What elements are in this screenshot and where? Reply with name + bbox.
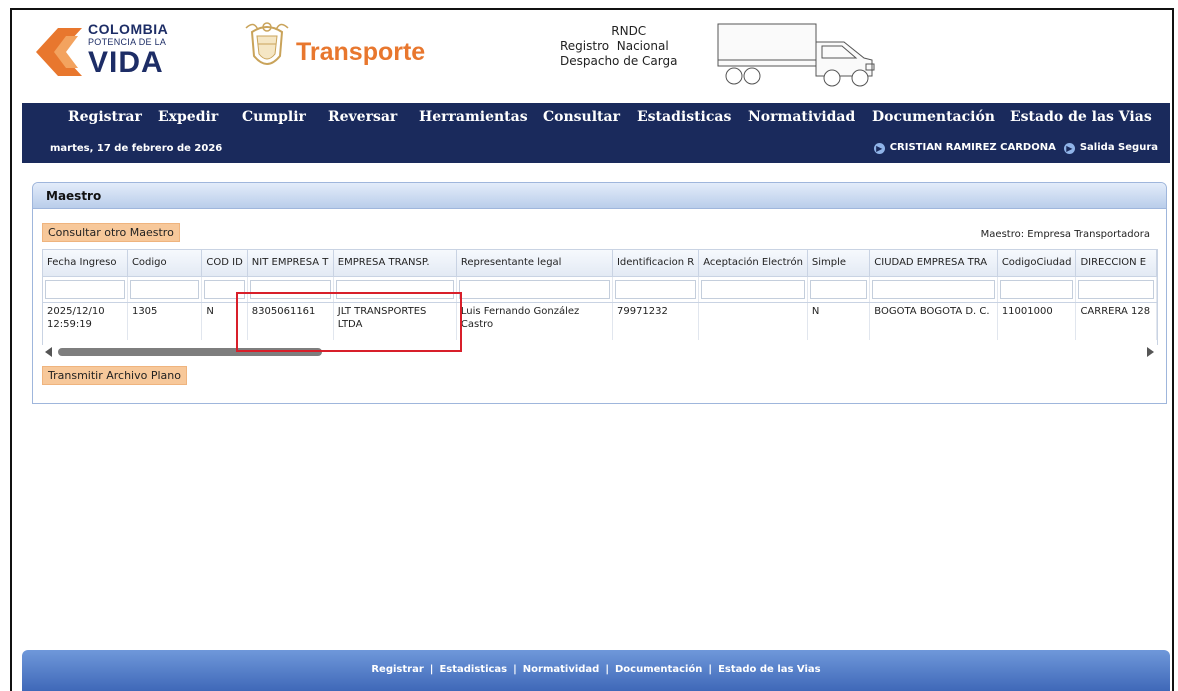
table-cell: 1305 (127, 302, 203, 340)
menu-estado-vias[interactable]: Estado de las Vias (1010, 109, 1152, 125)
menu-cumplir[interactable]: Cumplir (242, 109, 306, 125)
panel-title: Maestro (46, 189, 102, 203)
footer-link-normatividad[interactable]: Normatividad (523, 664, 600, 675)
transmit-flat-file-button[interactable]: Transmitir Archivo Plano (42, 366, 187, 385)
footer-link-registrar[interactable]: Registrar (371, 664, 423, 675)
footer-link-documentacion[interactable]: Documentación (615, 664, 702, 675)
menu-herramientas[interactable]: Herramientas (419, 109, 528, 125)
footer-separator: | (513, 664, 517, 675)
column-header[interactable]: NIT EMPRESA T (247, 250, 334, 277)
column-header[interactable]: Aceptación Electrón (698, 250, 808, 277)
column-header[interactable]: Identificacion R (612, 250, 700, 277)
footer-link-estadisticas[interactable]: Estadisticas (439, 664, 507, 675)
menu-normatividad[interactable]: Normatividad (748, 109, 855, 125)
column-filter-input[interactable] (129, 279, 200, 299)
table-cell: Luis Fernando González Castro (456, 302, 613, 340)
ministry-name: Transporte (296, 38, 426, 66)
consult-other-master-button[interactable]: Consultar otro Maestro (42, 223, 180, 242)
coat-of-arms-icon (244, 20, 290, 76)
maestro-type-label: Maestro: Empresa Transportadora (980, 229, 1150, 240)
scroll-left-icon[interactable] (45, 347, 52, 357)
menu-documentacion[interactable]: Documentación (872, 109, 995, 125)
table-cell: N (807, 302, 871, 340)
results-grid: Fecha Ingreso Codigo COD ID NIT EMPRESA … (42, 249, 1158, 359)
highlight-box (236, 292, 462, 352)
user-area: ▶ CRISTIAN RAMIREZ CARDONA ▶ Salida Segura (873, 142, 1158, 154)
table-cell: 2025/12/10 12:59:19 (43, 302, 128, 340)
column-filter-input[interactable] (999, 279, 1074, 299)
colombia-flag-icon (36, 28, 82, 76)
user-name-link[interactable]: CRISTIAN RAMIREZ CARDONA (890, 142, 1056, 153)
column-header[interactable]: Simple (807, 250, 871, 277)
column-filter-input[interactable] (45, 279, 125, 299)
table-cell (698, 302, 808, 340)
menu-estadisticas[interactable]: Estadisticas (637, 109, 731, 125)
rndc-despacho: Despacho de Carga (560, 54, 678, 68)
arrow-circle-icon: ▶ (873, 143, 885, 154)
footer-separator: | (429, 664, 434, 675)
sub-bar: martes, 17 de febrero de 2026 ▶ CRISTIAN … (22, 137, 1170, 163)
table-cell: 11001000 (997, 302, 1077, 340)
column-header[interactable]: CIUDAD EMPRESA TRA (869, 250, 998, 277)
main-menu: Registrar Expedir Cumplir Reversar Herra… (22, 103, 1170, 133)
scroll-right-icon[interactable] (1147, 347, 1154, 357)
table-cell: CARRERA 128 (1075, 302, 1157, 340)
rndc-title-block: RNDC Registro Nacional Despacho de Carga (560, 24, 677, 69)
rndc-nacional: Nacional (616, 39, 669, 53)
column-header[interactable]: Representante legal (456, 250, 613, 277)
filter-row (43, 276, 1157, 303)
main-nav: Registrar Expedir Cumplir Reversar Herra… (22, 103, 1170, 163)
column-filter-input[interactable] (701, 279, 805, 299)
footer: Registrar | Estadisticas | Normatividad | Docu… (22, 650, 1170, 691)
colombia-logo[interactable]: COLOMBIA POTENCIA DE LA VIDA (36, 18, 196, 82)
logo-line1: COLOMBIA (88, 21, 169, 37)
truck-icon (704, 14, 894, 94)
logo-line3: VIDA (88, 46, 164, 79)
table-cell: BOGOTA BOGOTA D. C. (869, 302, 998, 340)
column-header[interactable]: CodigoCiudad (997, 250, 1077, 277)
current-date: martes, 17 de febrero de 2026 (50, 143, 223, 154)
footer-separator: | (708, 664, 713, 675)
column-header[interactable]: DIRECCION E (1075, 250, 1157, 277)
footer-separator: | (605, 664, 609, 675)
logout-link[interactable]: Salida Segura (1080, 142, 1158, 153)
column-filter-input[interactable] (458, 279, 610, 299)
menu-consultar[interactable]: Consultar (543, 109, 620, 125)
header: COLOMBIA POTENCIA DE LA VIDA Transporte … (22, 12, 1170, 100)
table-row[interactable]: 2025/12/10 12:59:19 1305 N 8305061161 JL… (43, 302, 1157, 340)
column-header[interactable]: Fecha Ingreso (43, 250, 128, 277)
footer-link-estado-vias[interactable]: Estado de las Vias (718, 664, 821, 675)
column-header[interactable]: Codigo (127, 250, 203, 277)
rndc-registro: Registro (560, 39, 610, 53)
maestro-panel: Maestro Consultar otro Maestro Maestro: … (32, 182, 1167, 404)
panel-header: Maestro (33, 183, 1166, 209)
grid-header-row: Fecha Ingreso Codigo COD ID NIT EMPRESA … (43, 250, 1157, 277)
horizontal-scrollbar[interactable] (42, 345, 1158, 359)
column-filter-input[interactable] (872, 279, 995, 299)
column-filter-input[interactable] (809, 279, 868, 299)
menu-reversar[interactable]: Reversar (328, 109, 397, 125)
column-header[interactable]: COD ID (201, 250, 248, 277)
footer-links: Registrar | Estadisticas | Normatividad | Docu… (22, 664, 1170, 675)
column-filter-input[interactable] (614, 279, 697, 299)
menu-expedir[interactable]: Expedir (158, 109, 218, 125)
table-cell: 79971232 (612, 302, 700, 340)
column-filter-input[interactable] (1078, 279, 1154, 299)
menu-registrar[interactable]: Registrar (68, 109, 142, 125)
column-header[interactable]: EMPRESA TRANSP. (333, 250, 457, 277)
arrow-circle-icon: ▶ (1063, 143, 1075, 154)
rndc-acronym: RNDC (611, 24, 647, 38)
